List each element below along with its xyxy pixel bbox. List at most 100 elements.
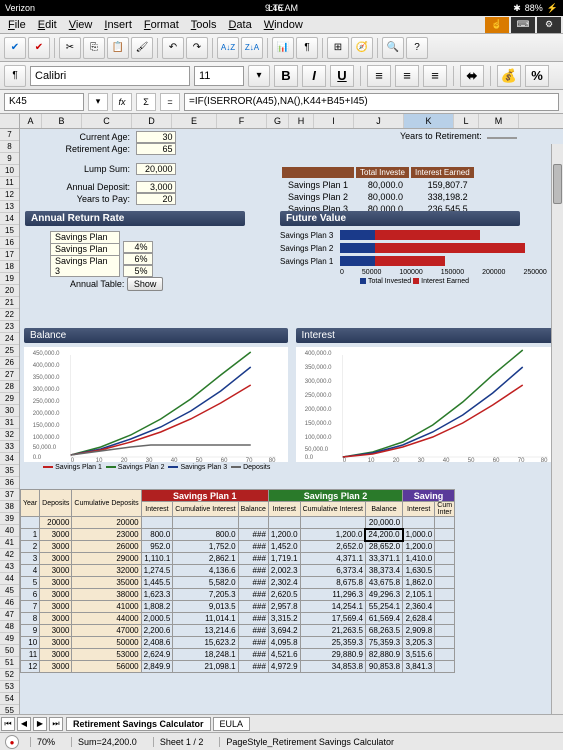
merge-icon[interactable]: ⬌ [460,65,484,87]
table-row[interactable]: 103000500002,408.615,623.2###4,095.825,3… [21,637,455,649]
spellcheck-auto-icon[interactable]: ✔ [28,37,50,59]
row-47[interactable]: 47 [0,609,19,621]
col-L[interactable]: L [454,114,479,128]
row-8[interactable]: 8 [0,141,19,153]
font-select[interactable] [30,66,190,86]
row-37[interactable]: 37 [0,489,19,501]
retire-age-value[interactable]: 65 [136,143,176,155]
table-row[interactable]: 93000470002,200.613,214.6###3,694.221,26… [21,625,455,637]
row-27[interactable]: 27 [0,369,19,381]
row-9[interactable]: 9 [0,153,19,165]
row-18[interactable]: 18 [0,261,19,273]
row-19[interactable]: 19 [0,273,19,285]
plan3-rate[interactable]: 5% [123,265,153,277]
menu-format[interactable]: Format [138,17,185,33]
years-value[interactable]: 20 [136,193,176,205]
table-row[interactable]: 33000290001,110.12,862.1###1,719.14,371.… [21,553,455,565]
sort-desc-icon[interactable]: Z↓A [241,37,263,59]
italic-button[interactable]: I [302,65,326,87]
currency-icon[interactable]: 💰 [497,65,521,87]
keyboard-icon[interactable]: ⌨ [511,17,535,33]
sum-icon[interactable]: Σ [136,93,156,111]
copy-icon[interactable]: ⎘ [83,37,105,59]
cell-reference[interactable] [4,93,84,111]
nav-icon[interactable]: 🧭 [351,37,373,59]
undo-icon[interactable]: ↶ [162,37,184,59]
paste-icon[interactable]: 📋 [107,37,129,59]
sheet-tab-2[interactable]: EULA [213,717,251,731]
row-38[interactable]: 38 [0,501,19,513]
tab-first-icon[interactable]: ⏮ [1,717,15,731]
row-11[interactable]: 11 [0,177,19,189]
row-30[interactable]: 30 [0,405,19,417]
row-31[interactable]: 31 [0,417,19,429]
paintbrush-icon[interactable]: 🖌 [131,37,153,59]
col-I[interactable]: I [314,114,354,128]
row-7[interactable]: 7 [0,129,19,141]
row-24[interactable]: 24 [0,333,19,345]
row-53[interactable]: 53 [0,681,19,693]
menu-view[interactable]: View [63,17,99,33]
col-B[interactable]: B [42,114,82,128]
row-17[interactable]: 17 [0,249,19,261]
cut-icon[interactable]: ✂ [59,37,81,59]
menu-file[interactable]: File [2,17,32,33]
row-33[interactable]: 33 [0,441,19,453]
underline-button[interactable]: U [330,65,354,87]
row-50[interactable]: 50 [0,645,19,657]
spellcheck-icon[interactable]: ✔ [4,37,26,59]
tab-prev-icon[interactable]: ◀ [17,717,31,731]
row-40[interactable]: 40 [0,525,19,537]
row-51[interactable]: 51 [0,657,19,669]
row-34[interactable]: 34 [0,453,19,465]
row-16[interactable]: 16 [0,237,19,249]
menu-data[interactable]: Data [222,17,257,33]
zoom-icon[interactable]: 🔍 [382,37,404,59]
col-K[interactable]: K [404,114,454,128]
help-icon[interactable]: ? [406,37,428,59]
col-J[interactable]: J [354,114,404,128]
current-age-value[interactable]: 30 [136,131,176,143]
sort-asc-icon[interactable]: A↓Z [217,37,239,59]
menu-insert[interactable]: Insert [98,17,138,33]
col-C[interactable]: C [82,114,132,128]
chart-icon[interactable]: 📊 [272,37,294,59]
vertical-scrollbar[interactable] [551,144,563,726]
row-12[interactable]: 12 [0,189,19,201]
bold-button[interactable]: B [274,65,298,87]
table-row[interactable]: 113000530002,624.918,248.1###4,521.629,8… [21,649,455,661]
row-35[interactable]: 35 [0,465,19,477]
align-center-icon[interactable]: ≡ [395,65,419,87]
menu-edit[interactable]: Edit [32,17,63,33]
col-G[interactable]: G [267,114,289,128]
menu-tools[interactable]: Tools [185,17,223,33]
row-49[interactable]: 49 [0,633,19,645]
table-row[interactable]: 43000320001,274.54,136.6###2,002.36,373.… [21,565,455,577]
gear-icon[interactable]: ⚙ [537,17,561,33]
table-row[interactable]: 83000440002,000.511,014.1###3,315.217,56… [21,613,455,625]
deposit-value[interactable]: 3,000 [136,181,176,193]
fx-icon[interactable]: fx [112,93,132,111]
row-36[interactable]: 36 [0,477,19,489]
table-row[interactable]: 53000350001,445.55,582.0###2,302.48,675.… [21,577,455,589]
table-row[interactable]: 123000560002,849.921,098.1###4,972.934,8… [21,661,455,673]
col-D[interactable]: D [132,114,172,128]
menu-window[interactable]: Window [258,17,309,33]
row-28[interactable]: 28 [0,381,19,393]
align-left-icon[interactable]: ≡ [367,65,391,87]
row-39[interactable]: 39 [0,513,19,525]
row-42[interactable]: 42 [0,549,19,561]
row-25[interactable]: 25 [0,345,19,357]
cell-dropdown-icon[interactable]: ▾ [88,93,108,111]
table-row[interactable]: 73000410001,808.29,013.5###2,957.814,254… [21,601,455,613]
row-54[interactable]: 54 [0,693,19,705]
formula-input[interactable] [184,93,559,111]
align-right-icon[interactable]: ≡ [423,65,447,87]
row-43[interactable]: 43 [0,561,19,573]
nonprint-icon[interactable]: ¶ [296,37,318,59]
row-15[interactable]: 15 [0,225,19,237]
col-E[interactable]: E [172,114,217,128]
row-21[interactable]: 21 [0,297,19,309]
row-45[interactable]: 45 [0,585,19,597]
col-A[interactable]: A [20,114,42,128]
